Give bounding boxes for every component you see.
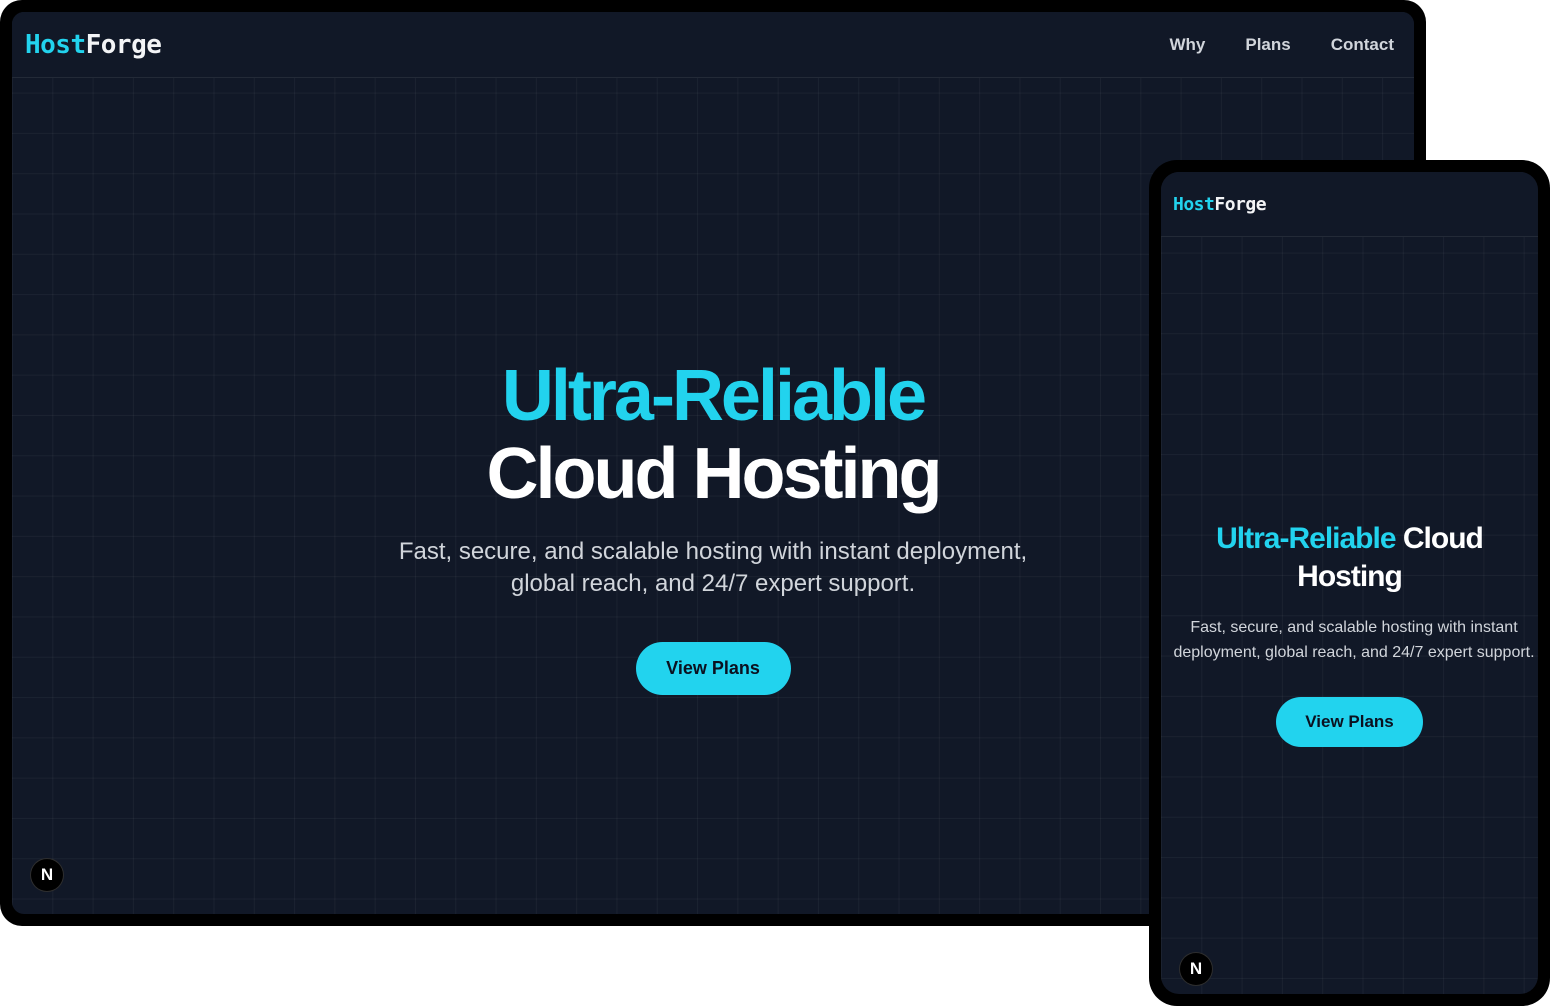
navbar: HostForge bbox=[1161, 172, 1538, 237]
nav-link-why[interactable]: Why bbox=[1169, 35, 1205, 55]
hero-title: Ultra-Reliable Cloud Hosting bbox=[1171, 520, 1528, 597]
brand-logo-part1: Host bbox=[1173, 193, 1215, 215]
navbar: HostForge Why Plans Contact bbox=[12, 12, 1414, 78]
hero-title-accent: Ultra-Reliable bbox=[1216, 522, 1396, 555]
hero-title-accent: Ultra-Reliable bbox=[501, 356, 927, 436]
view-plans-button[interactable]: View Plans bbox=[1276, 696, 1423, 747]
nextjs-logo-icon[interactable]: N bbox=[30, 858, 64, 892]
brand-logo-part2: Forge bbox=[85, 29, 162, 60]
nav-links: Why Plans Contact bbox=[1169, 35, 1394, 55]
brand-logo-part2: Forge bbox=[1214, 193, 1267, 215]
brand-logo[interactable]: HostForge bbox=[25, 29, 162, 60]
nav-link-plans[interactable]: Plans bbox=[1245, 35, 1290, 55]
hero-subtitle: Fast, secure, and scalable hosting with … bbox=[1173, 618, 1535, 661]
hero-subtitle: Fast, secure, and scalable hosting with … bbox=[398, 537, 1028, 597]
brand-logo-part1: Host bbox=[25, 29, 86, 60]
nextjs-logo-icon[interactable]: N bbox=[1179, 952, 1213, 986]
view-plans-button[interactable]: View Plans bbox=[635, 641, 791, 695]
nav-link-contact[interactable]: Contact bbox=[1331, 35, 1394, 55]
hero-title-main: Cloud Hosting bbox=[486, 433, 943, 514]
mobile-device-frame: HostForge Ultra-Reliable Cloud Hosting F… bbox=[1149, 160, 1550, 1006]
mobile-screen: HostForge Ultra-Reliable Cloud Hosting F… bbox=[1161, 172, 1538, 994]
hero-section: Ultra-Reliable Cloud Hosting Fast, secur… bbox=[1161, 520, 1538, 747]
brand-logo[interactable]: HostForge bbox=[1173, 193, 1267, 215]
